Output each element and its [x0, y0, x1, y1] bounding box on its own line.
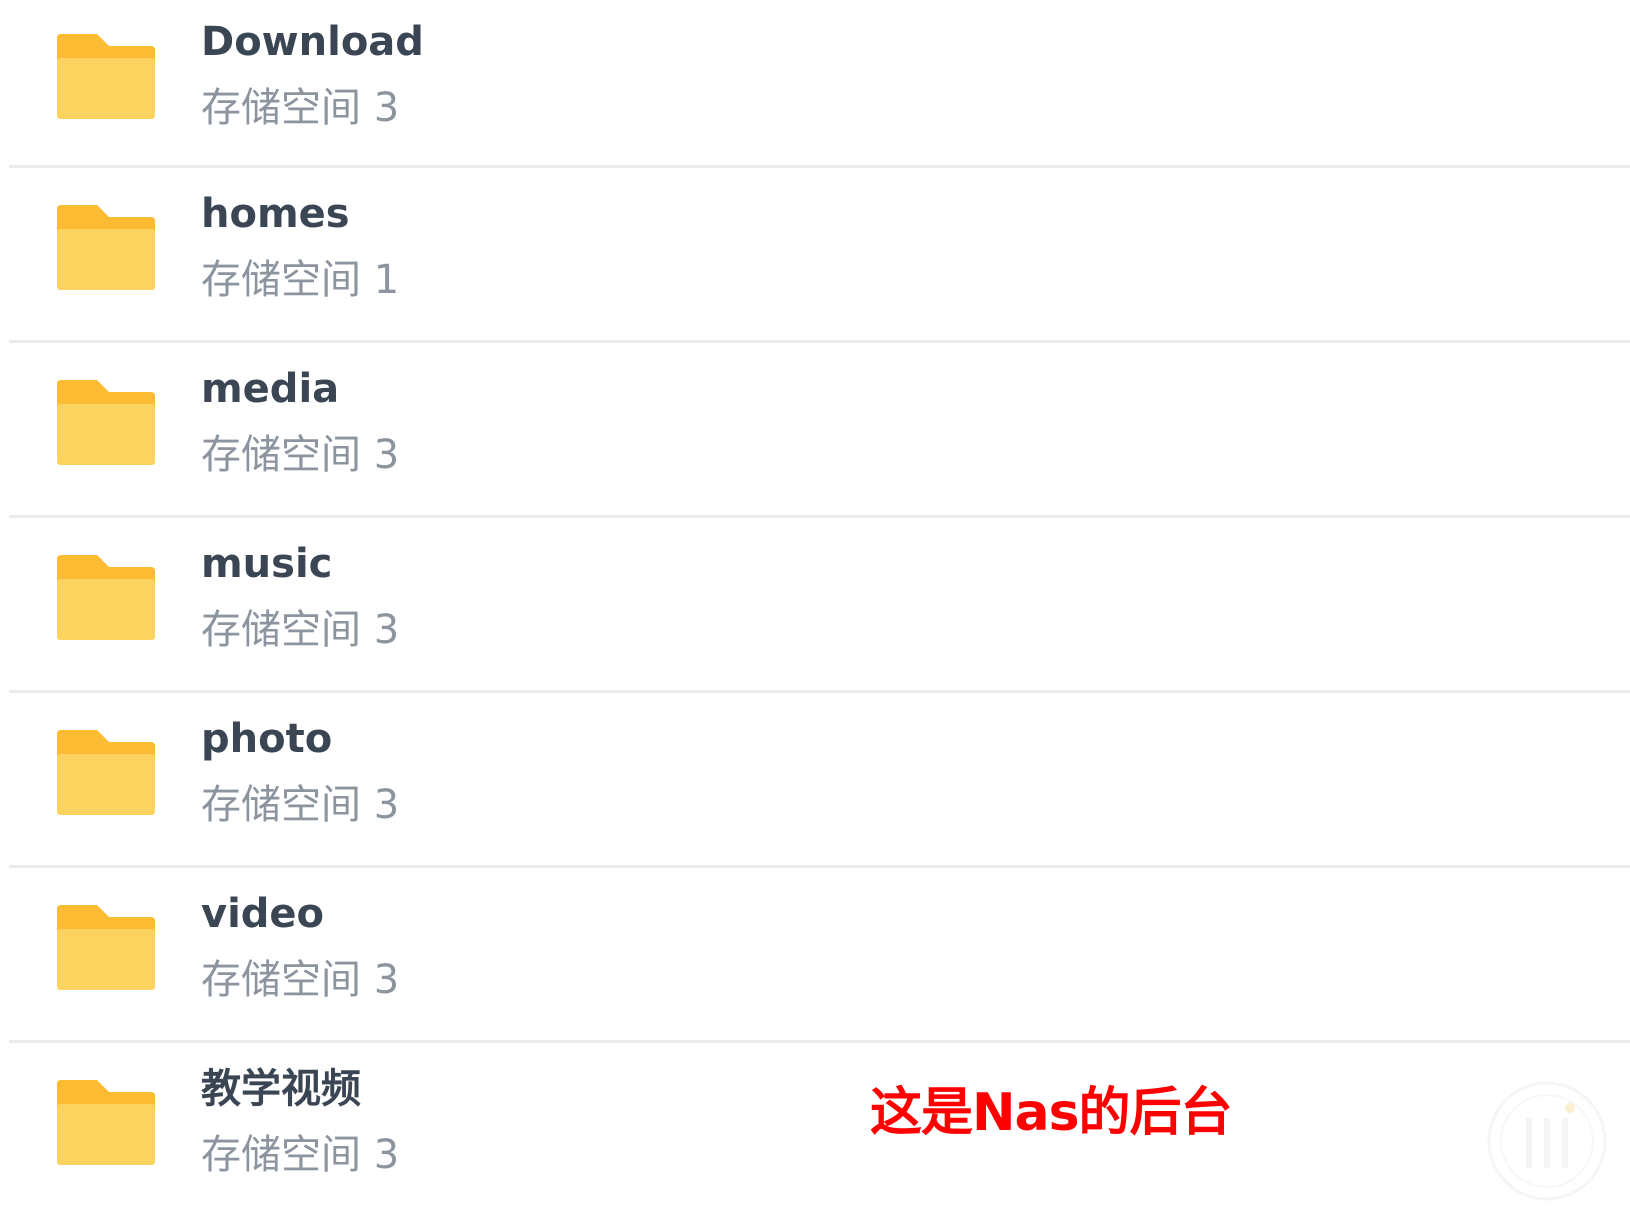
folder-icon [57, 380, 155, 465]
folder-volume-label: 存储空间 3 [201, 607, 400, 653]
folder-name: music [201, 541, 333, 587]
annotation-caption: 这是Nas的后台 [870, 1083, 1233, 1143]
folder-row-media[interactable]: media 存储空间 3 [9, 343, 1630, 518]
watermark-logo-icon [1484, 1078, 1610, 1204]
folder-volume-label: 存储空间 3 [201, 85, 400, 131]
folder-name: Download [201, 19, 424, 65]
folder-name: media [201, 366, 340, 412]
folder-name: video [201, 891, 325, 937]
folder-icon [57, 1080, 155, 1165]
folder-icon [57, 555, 155, 640]
folder-row-music[interactable]: music 存储空间 3 [9, 518, 1630, 693]
folder-volume-label: 存储空间 3 [201, 782, 400, 828]
folder-row-video[interactable]: video 存储空间 3 [9, 868, 1630, 1043]
folder-volume-label: 存储空间 3 [201, 1132, 400, 1178]
folder-row-tutorial-videos[interactable]: 教学视频 存储空间 3 [9, 1043, 1630, 1218]
folder-name: 教学视频 [201, 1066, 361, 1112]
folder-name: homes [201, 191, 350, 237]
folder-row-photo[interactable]: photo 存储空间 3 [9, 693, 1630, 868]
folder-volume-label: 存储空间 1 [201, 257, 400, 303]
folder-icon [57, 205, 155, 290]
folder-icon [57, 34, 155, 119]
folder-row-homes[interactable]: homes 存储空间 1 [9, 168, 1630, 343]
folder-icon [57, 905, 155, 990]
folder-row-download[interactable]: Download 存储空间 3 [9, 0, 1630, 168]
folder-volume-label: 存储空间 3 [201, 432, 400, 478]
shared-folder-list: Download 存储空间 3 homes 存储空间 1 media 存储空间 … [0, 0, 1630, 1218]
folder-name: photo [201, 716, 333, 762]
folder-icon [57, 730, 155, 815]
folder-volume-label: 存储空间 3 [201, 957, 400, 1003]
